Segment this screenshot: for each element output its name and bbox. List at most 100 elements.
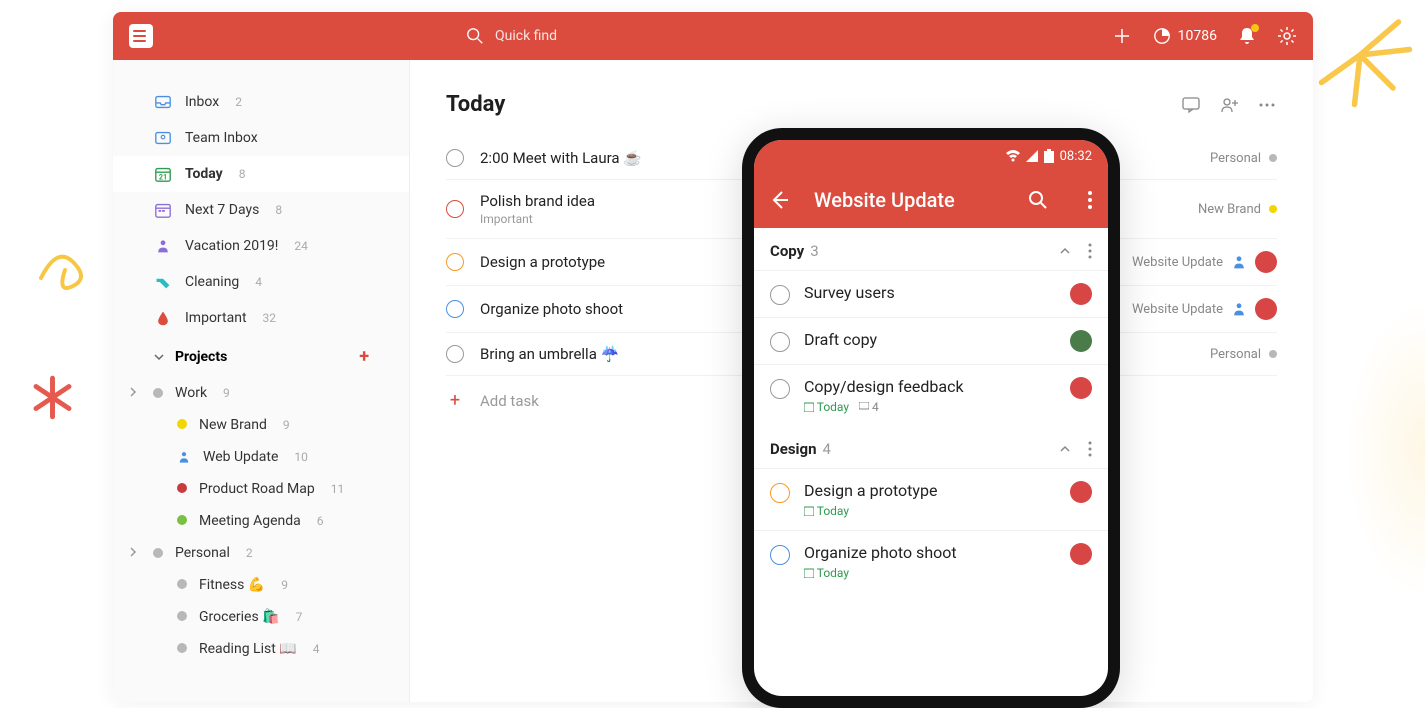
search-input[interactable]: Quick find: [465, 26, 557, 46]
project-color-dot: [153, 548, 163, 558]
phone-task-row[interactable]: Draft copy: [754, 317, 1108, 364]
project-color-dot: [177, 641, 187, 657]
phone-time: 08:32: [1060, 149, 1092, 164]
task-checkbox[interactable]: [770, 285, 790, 305]
task-title: Design a prototype: [480, 253, 605, 271]
assignee-avatar: [1255, 298, 1277, 320]
task-body: Organize photo shoot: [480, 300, 623, 318]
phone-section-title: Design: [770, 440, 817, 458]
task-checkbox[interactable]: [770, 332, 790, 352]
add-project-button[interactable]: +: [359, 346, 369, 367]
settings-button[interactable]: [1277, 26, 1297, 46]
person-icon: [153, 236, 173, 256]
phone-task-row[interactable]: Organize photo shoot Today: [754, 530, 1108, 592]
project-label: Meeting Agenda: [199, 513, 301, 529]
chevron-up-icon[interactable]: [1058, 244, 1072, 258]
svg-text:21: 21: [159, 172, 167, 181]
today-icon: 21: [153, 164, 173, 184]
projects-section[interactable]: Projects +: [113, 336, 409, 377]
phone-section-header[interactable]: Copy 3: [754, 228, 1108, 270]
section-more-button[interactable]: [1088, 441, 1092, 457]
phone-mockup: 08:32 Website Update Copy 3 Survey users…: [742, 128, 1120, 708]
notifications-button[interactable]: [1237, 26, 1257, 46]
more-button[interactable]: [1257, 95, 1277, 115]
project-item-web-update[interactable]: Web Update10: [113, 441, 409, 473]
assignee-avatar: [1070, 283, 1092, 305]
due-badge: Today: [804, 504, 849, 518]
project-label: Fitness 💪: [199, 577, 265, 593]
phone-task-row[interactable]: Copy/design feedback Today 4: [754, 364, 1108, 426]
share-button[interactable]: [1219, 95, 1239, 115]
drop-icon: [153, 308, 173, 328]
task-checkbox[interactable]: [770, 483, 790, 503]
sidebar-item-next-7-days[interactable]: Next 7 Days8: [113, 192, 409, 228]
phone-task-row[interactable]: Design a prototype Today: [754, 468, 1108, 530]
task-checkbox[interactable]: [446, 200, 464, 218]
sidebar-item-today[interactable]: 21Today8: [113, 156, 409, 192]
task-checkbox[interactable]: [446, 253, 464, 271]
task-checkbox[interactable]: [446, 345, 464, 363]
project-count: 9: [283, 418, 290, 432]
project-item-work[interactable]: Work 9: [113, 377, 409, 409]
karma-icon: [1152, 26, 1172, 46]
project-item-personal[interactable]: Personal 2: [113, 537, 409, 569]
project-label: Groceries 🛍️: [199, 609, 280, 625]
task-body: 2:00 Meet with Laura ☕: [480, 149, 642, 167]
due-badge: Today: [804, 566, 849, 580]
task-checkbox[interactable]: [770, 545, 790, 565]
chevron-up-icon[interactable]: [1058, 442, 1072, 456]
back-button[interactable]: [770, 190, 790, 210]
phone-more-button[interactable]: [1088, 191, 1092, 209]
comments-button[interactable]: [1181, 95, 1201, 115]
task-body: Design a prototype: [480, 253, 605, 271]
phone-section-header[interactable]: Design 4: [754, 426, 1108, 468]
task-checkbox[interactable]: [446, 149, 464, 167]
project-count: 7: [296, 610, 303, 624]
project-item-groceries-[interactable]: Groceries 🛍️ 7: [113, 601, 409, 633]
assignee-avatar: [1070, 377, 1092, 399]
sidebar-item-important[interactable]: Important32: [113, 300, 409, 336]
karma-button[interactable]: 10786: [1152, 26, 1217, 46]
project-count: 11: [331, 482, 345, 496]
sidebar-item-count: 8: [239, 167, 246, 181]
project-item-fitness-[interactable]: Fitness 💪9: [113, 569, 409, 601]
project-label: New Brand: [199, 417, 267, 433]
project-color-dot: [1269, 154, 1277, 162]
sidebar-item-inbox[interactable]: Inbox2: [113, 84, 409, 120]
sidebar-item-cleaning[interactable]: Cleaning4: [113, 264, 409, 300]
logo-icon: [129, 24, 153, 48]
project-label: Reading List 📖: [199, 641, 297, 657]
phone-search-button[interactable]: [1028, 190, 1048, 210]
project-color-dot: [153, 388, 163, 398]
task-title: Bring an umbrella ☔: [480, 345, 619, 363]
sidebar-item-vacation-2019-[interactable]: Vacation 2019!24: [113, 228, 409, 264]
team-inbox-icon: [153, 128, 173, 148]
task-meta: Personal: [1210, 151, 1277, 166]
task-meta: Today 4: [804, 400, 1056, 414]
sidebar-item-count: 2: [235, 95, 242, 109]
phone-task-row[interactable]: Survey users: [754, 270, 1108, 317]
project-item-reading-list-[interactable]: Reading List 📖 4: [113, 633, 409, 665]
section-more-button[interactable]: [1088, 243, 1092, 259]
project-count: 9: [223, 386, 230, 400]
project-item-product-road-map[interactable]: Product Road Map11: [113, 473, 409, 505]
assignee-avatar: [1070, 481, 1092, 503]
task-checkbox[interactable]: [770, 379, 790, 399]
project-item-new-brand[interactable]: New Brand 9: [113, 409, 409, 441]
sidebar-item-team-inbox[interactable]: Team Inbox: [113, 120, 409, 156]
tag-icon: [153, 272, 173, 292]
project-label: Work: [175, 385, 207, 401]
project-count: 2: [246, 546, 253, 560]
project-color-dot: [1269, 205, 1277, 213]
project-item-meeting-agenda[interactable]: Meeting Agenda6: [113, 505, 409, 537]
task-checkbox[interactable]: [446, 300, 464, 318]
decor-star: [25, 370, 80, 425]
add-button[interactable]: [1112, 26, 1132, 46]
battery-icon: [1044, 149, 1054, 163]
task-title: Draft copy: [804, 330, 1056, 349]
comments-badge: 4: [859, 400, 879, 414]
karma-value: 10786: [1178, 28, 1217, 44]
phone-section-title: Copy: [770, 242, 804, 260]
project-count: 4: [313, 642, 320, 656]
search-icon: [465, 26, 485, 46]
